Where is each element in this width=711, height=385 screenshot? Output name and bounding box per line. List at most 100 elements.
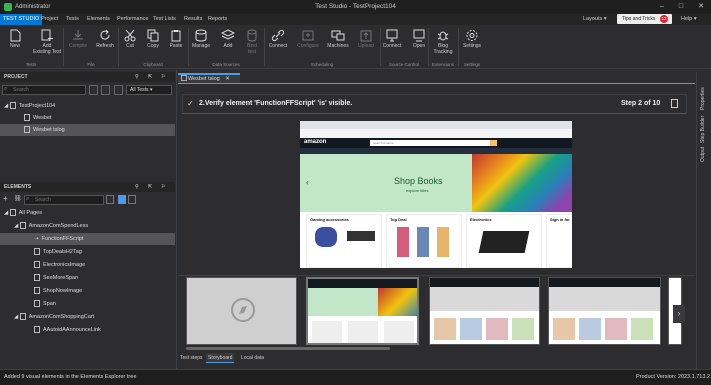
tab-test-steps[interactable]: Test steps: [178, 353, 205, 363]
manage-data-button[interactable]: Manage: [187, 27, 215, 61]
product-version: Product Version: 2023.1.713.2: [636, 374, 710, 380]
right-dock-border: [696, 72, 697, 369]
connect-scheduling-button[interactable]: Connect: [264, 27, 292, 61]
menu-project[interactable]: Project: [38, 14, 61, 25]
tab-underline: [178, 83, 695, 84]
arrow-icon: ⇢: [34, 236, 39, 242]
tree-item-all-pages[interactable]: ◢ All Pages: [4, 207, 174, 219]
storyboard-thumbnail[interactable]: [429, 277, 540, 345]
gear-icon: [466, 30, 478, 41]
bind-database-icon: [247, 29, 257, 42]
maximize-icon[interactable]: □: [672, 0, 690, 14]
menu-reports[interactable]: Reports: [205, 14, 230, 25]
menu-performance[interactable]: Performance: [114, 14, 152, 25]
storyboard-scrollbar[interactable]: [186, 347, 390, 350]
thumb-card: [312, 321, 342, 343]
menu-test-studio[interactable]: TEST STUDIO: [0, 14, 43, 25]
add-element-icon[interactable]: +: [3, 194, 8, 203]
document-icon[interactable]: [671, 99, 678, 108]
connect-source-label: Connect: [382, 43, 402, 49]
compile-button[interactable]: Compile: [64, 27, 92, 61]
thumb-product: [553, 318, 575, 340]
expand-all-icon[interactable]: [101, 85, 110, 95]
bind-test-button[interactable]: Bind test: [238, 27, 266, 61]
new-test-button[interactable]: New: [1, 27, 29, 61]
link-icon: [271, 29, 285, 42]
status-bar: Added 9 visual elements in the Elements …: [0, 369, 711, 385]
thumb-header: [430, 278, 539, 287]
minimize-icon[interactable]: –: [653, 0, 671, 14]
menu-test-lists[interactable]: Test Lists: [150, 14, 179, 25]
connect-source-control-button[interactable]: Connect: [378, 27, 406, 61]
group-source-control-label: Source Control: [388, 62, 419, 67]
tab-output[interactable]: Output: [700, 140, 706, 162]
filter-icon[interactable]: [114, 85, 123, 95]
element-name: All Pages: [18, 210, 43, 216]
close-icon[interactable]: ✕: [692, 0, 710, 14]
amazon-card: Electronics: [466, 214, 542, 268]
tree-item-element[interactable]: ElectronicsImage: [34, 259, 174, 271]
tree-item-project[interactable]: ◢ TestProject104: [4, 100, 174, 112]
tree-item-page[interactable]: ◢ AmazonComShoppingCart: [14, 311, 174, 323]
open-monitor-icon: [413, 29, 425, 42]
tree-item-element[interactable]: Span: [34, 298, 174, 310]
configure-icon: [302, 30, 314, 41]
group-scheduling-label: Scheduling: [310, 62, 334, 67]
compass-icon: [231, 298, 255, 322]
location-icon[interactable]: ⚐: [161, 72, 165, 82]
tab-local-data[interactable]: Local data: [239, 353, 266, 363]
connect-label: Connect: [268, 43, 288, 49]
close-tab-icon[interactable]: ✕: [225, 76, 230, 82]
tree-item-element[interactable]: TopDealsH2Tag: [34, 246, 174, 258]
tree-item-page[interactable]: ◢ AmazonComSpendLess: [14, 220, 174, 232]
storyboard-next-icon[interactable]: ›: [673, 305, 685, 323]
configure-button[interactable]: Configure: [294, 27, 322, 61]
test-name: Wesbet: [33, 115, 52, 121]
bug-icon: [437, 31, 449, 41]
tree-item-test-selected[interactable]: Wesbet tslog: [0, 124, 175, 136]
upload-button[interactable]: Upload: [352, 27, 380, 61]
scissors-icon: [124, 29, 136, 42]
paste-button[interactable]: Paste: [162, 27, 190, 61]
step-counter: Step 2 of 10: [621, 100, 661, 107]
collapse-elements-icon[interactable]: [106, 195, 114, 204]
tab-storyboard[interactable]: Storyboard: [206, 353, 235, 363]
storyboard-thumbnail[interactable]: [548, 277, 661, 345]
tab-step-builder[interactable]: Step Builder: [700, 105, 706, 143]
machines-button[interactable]: Machines: [324, 27, 352, 61]
tree-item-test[interactable]: Wesbet: [24, 112, 174, 124]
popout-icon[interactable]: ⇱: [148, 72, 152, 82]
tree-item-element[interactable]: AAutoidAAnnounceLink: [34, 324, 174, 336]
elements-search-input[interactable]: [24, 195, 104, 205]
storyboard-thumbnail-blank[interactable]: [186, 277, 297, 345]
tree-item-element[interactable]: SeeMoreSpan: [34, 272, 174, 284]
test-filter-dropdown[interactable]: All Tests ▾: [126, 85, 172, 95]
help-dropdown[interactable]: Help ▾: [678, 14, 700, 25]
menu-results[interactable]: Results: [181, 14, 205, 25]
menu-elements[interactable]: Elements: [84, 14, 113, 25]
pin-icon[interactable]: ⚲: [135, 182, 139, 192]
location-icon[interactable]: ⚐: [161, 182, 165, 192]
refresh-button[interactable]: Refresh: [91, 27, 119, 61]
tree-item-element-selected[interactable]: ⇢ FunctionFFScript: [0, 233, 175, 245]
toggle-view-icon[interactable]: [118, 195, 126, 204]
pin-icon[interactable]: ⚲: [135, 72, 139, 82]
panel-splitter[interactable]: [176, 70, 177, 369]
blog-tracking-button[interactable]: Blog Tracking: [429, 27, 457, 61]
card-title: Electronics: [470, 217, 492, 222]
link-element-icon[interactable]: ⛓: [14, 195, 22, 202]
refresh-elements-icon[interactable]: [128, 195, 136, 204]
document-tab[interactable]: Wesbet tslog ✕: [178, 73, 240, 83]
element-name: Span: [43, 301, 56, 307]
storyboard-thumbnail-selected[interactable]: [306, 277, 419, 345]
settings-button[interactable]: Settings: [458, 27, 486, 61]
project-search-input[interactable]: [2, 85, 86, 95]
add-existing-test-button[interactable]: Add Existing Test: [32, 27, 62, 61]
browser-tab-strip: [300, 121, 572, 129]
tree-item-element[interactable]: ShopNowImage: [34, 285, 174, 297]
layouts-dropdown[interactable]: Layouts ▾: [580, 14, 610, 25]
thumb-header: [549, 278, 660, 287]
popout-icon[interactable]: ⇱: [148, 182, 152, 192]
menu-tests[interactable]: Tests: [63, 14, 82, 25]
collapse-all-icon[interactable]: [89, 85, 98, 95]
